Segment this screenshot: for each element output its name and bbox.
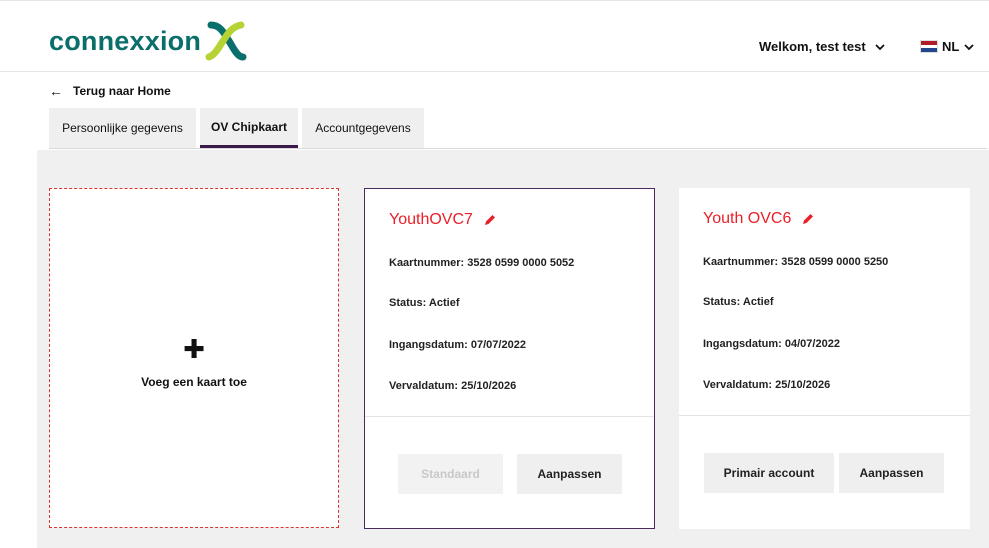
card-status: Status: Actief: [703, 296, 774, 308]
card-youth-ovc6[interactable]: Youth OVC6 Kaartnummer: 3528 0599 0000 5…: [679, 188, 970, 529]
back-to-home-link[interactable]: ← Terug naar Home: [49, 83, 171, 99]
card-divider: [365, 416, 654, 417]
aanpassen-button[interactable]: Aanpassen: [517, 454, 622, 494]
netherlands-flag-icon: [920, 40, 938, 53]
aanpassen-button[interactable]: Aanpassen: [839, 453, 944, 493]
card-title: Youth OVC6: [703, 210, 815, 228]
tab-persoonlijke-gegevens[interactable]: Persoonlijke gegevens: [49, 108, 196, 148]
add-card-tile[interactable]: ✚ Voeg een kaart toe: [49, 188, 339, 528]
pencil-edit-icon[interactable]: [483, 213, 497, 227]
cards-area: ✚ Voeg een kaart toe YouthOVC7 Kaartnumm…: [37, 150, 989, 548]
standaard-button[interactable]: Standaard: [398, 454, 503, 494]
chevron-down-icon: [964, 43, 974, 50]
chevron-down-icon: [875, 43, 885, 50]
back-label: Terug naar Home: [73, 84, 171, 98]
card-number: Kaartnummer: 3528 0599 0000 5052: [389, 257, 575, 269]
card-expiry-date: Vervaldatum: 25/10/2026: [703, 379, 831, 391]
language-selector[interactable]: NL: [920, 39, 975, 54]
primair-account-button[interactable]: Primair account: [704, 453, 834, 493]
pencil-edit-icon[interactable]: [801, 212, 815, 226]
add-card-label: Voeg een kaart toe: [141, 375, 247, 389]
tab-ov-chipkaart[interactable]: OV Chipkaart: [200, 108, 298, 148]
arrow-left-icon: ←: [49, 83, 63, 99]
card-divider: [679, 415, 970, 416]
card-number: Kaartnummer: 3528 0599 0000 5250: [703, 256, 889, 268]
page: connexxion Welkom, test test NL ← Terug …: [0, 0, 989, 548]
plus-icon: ✚: [183, 334, 205, 364]
logo-text: connexxion: [49, 25, 202, 56]
logo-x-icon: [205, 21, 247, 61]
card-title: YouthOVC7: [389, 211, 497, 229]
card-status: Status: Actief: [389, 297, 460, 309]
card-name: YouthOVC7: [389, 211, 473, 228]
welcome-text: Welkom, test test: [759, 39, 866, 54]
card-start-date: Ingangsdatum: 07/07/2022: [389, 339, 526, 351]
tab-bar: Persoonlijke gegevens OV Chipkaart Accou…: [49, 108, 987, 149]
user-menu[interactable]: Welkom, test test: [759, 39, 886, 54]
tab-accountgegevens[interactable]: Accountgegevens: [302, 108, 424, 148]
card-name: Youth OVC6: [703, 210, 792, 227]
card-start-date: Ingangsdatum: 04/07/2022: [703, 338, 840, 350]
card-expiry-date: Vervaldatum: 25/10/2026: [389, 380, 517, 392]
card-youthovc7[interactable]: YouthOVC7 Kaartnummer: 3528 0599 0000 50…: [364, 188, 655, 529]
header: connexxion Welkom, test test NL: [0, 0, 989, 72]
connexxion-logo[interactable]: connexxion: [49, 18, 247, 64]
language-label: NL: [942, 39, 960, 54]
